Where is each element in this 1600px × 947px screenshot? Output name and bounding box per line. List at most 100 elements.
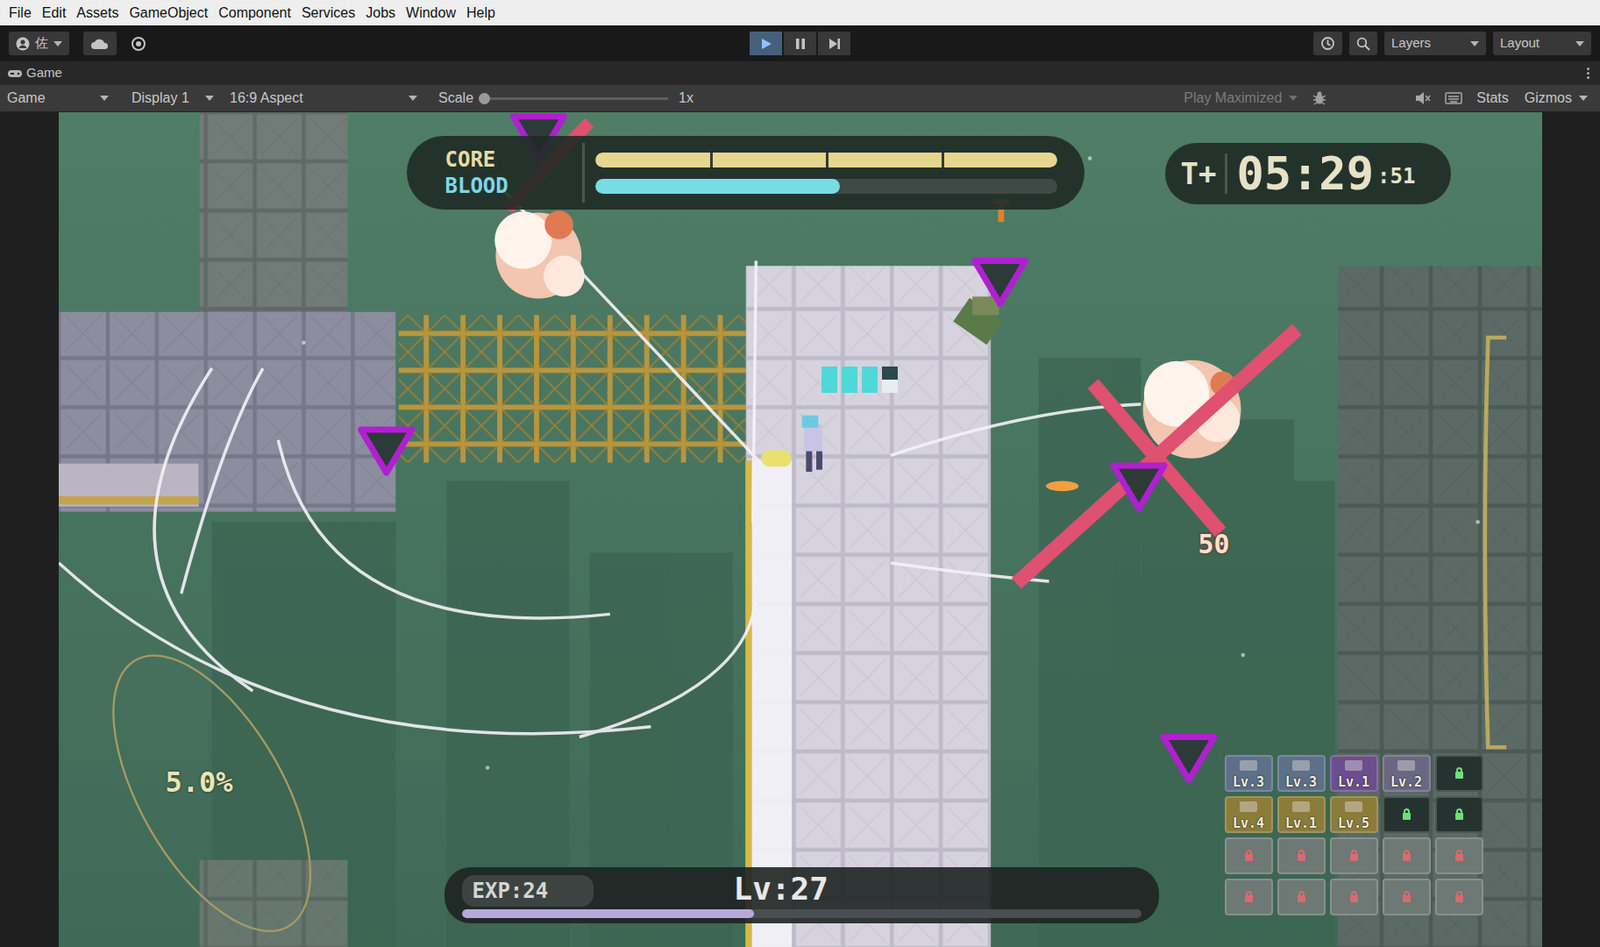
skill-icon: [1292, 760, 1310, 771]
menu-item[interactable]: Jobs: [360, 0, 401, 26]
menu-item[interactable]: Component: [213, 0, 297, 26]
skill-icon: [1239, 801, 1258, 812]
locked-slot[interactable]: [1435, 837, 1484, 875]
dropdown-icon: [99, 95, 109, 101]
skill-slot[interactable]: Lv.3: [1224, 754, 1273, 792]
core-blood-panel: CORE BLOOD: [406, 135, 1085, 210]
enemy-drone: [952, 296, 1003, 345]
skill-slot[interactable]: Lv.3: [1277, 754, 1326, 792]
timer-fraction: :51: [1377, 160, 1416, 192]
player-level: Lv:27: [733, 871, 829, 907]
exp-label: EXP:24: [462, 874, 594, 907]
menu-item[interactable]: Window: [400, 0, 462, 26]
scaffold: [398, 314, 746, 463]
stats-button[interactable]: Stats: [1476, 87, 1508, 109]
dropdown-icon: [1470, 41, 1480, 47]
mute-audio-icon[interactable]: [1415, 91, 1431, 106]
bullet: [1045, 481, 1079, 492]
charge-percent: 5.0%: [165, 760, 234, 804]
empty-slot[interactable]: [1435, 796, 1484, 833]
step-button[interactable]: [817, 31, 851, 56]
empty-slot[interactable]: [1435, 754, 1484, 792]
ammo-fill: [821, 366, 838, 393]
menu-item[interactable]: Help: [461, 0, 501, 26]
skill-level: Lv.1: [1337, 774, 1370, 790]
skill-slot[interactable]: Lv.2: [1382, 754, 1431, 792]
timer-prefix: T+: [1180, 151, 1217, 197]
play-button[interactable]: [749, 31, 783, 56]
menu-bar: FileEditAssetsGameObjectComponentService…: [0, 0, 1600, 26]
lock-icon: [1350, 895, 1359, 903]
ammo-cell: [881, 366, 898, 393]
exp-bar: [462, 909, 1142, 918]
skill-level: Lv.3: [1285, 774, 1317, 790]
game-screen[interactable]: CORE BLOOD T+ 05:29 :51 5.0% 50: [58, 112, 1543, 947]
bug-icon[interactable]: [1311, 90, 1328, 107]
skill-icon: [1292, 801, 1310, 812]
ammo-fill: [861, 366, 878, 393]
skill-level: Lv.4: [1232, 815, 1265, 832]
tower: [745, 265, 990, 947]
skill-grid: Lv.3Lv.3Lv.1Lv.2Lv.4Lv.1Lv.5: [1224, 754, 1484, 916]
skill-slot[interactable]: Lv.1: [1329, 754, 1379, 792]
more-icon[interactable]: [1586, 67, 1590, 79]
lock-icon: [1455, 771, 1464, 779]
skill-slot[interactable]: Lv.5: [1329, 796, 1379, 833]
lock-icon: [1244, 895, 1253, 903]
keyboard-icon[interactable]: [1444, 91, 1463, 106]
empty-slot[interactable]: [1382, 796, 1431, 833]
lock-icon: [1455, 895, 1464, 903]
wall-block: [199, 112, 348, 313]
account-button[interactable]: 佐: [8, 31, 70, 56]
step-icon: [828, 37, 841, 50]
cloud-button[interactable]: [83, 31, 117, 56]
locked-slot[interactable]: [1224, 837, 1273, 875]
exp-panel: EXP:24 Lv:27: [444, 867, 1160, 924]
locked-slot[interactable]: [1329, 837, 1379, 875]
slider-knob[interactable]: [478, 92, 491, 105]
dropdown-icon: [1578, 95, 1588, 101]
locked-slot[interactable]: [1277, 878, 1326, 916]
history-icon: [1320, 35, 1336, 51]
explosion: [1142, 360, 1241, 459]
core-label: CORE: [445, 146, 577, 173]
collab-icon[interactable]: [130, 35, 147, 52]
menu-item[interactable]: Assets: [71, 0, 124, 26]
locked-slot[interactable]: [1435, 878, 1484, 916]
dropdown-icon: [408, 95, 418, 101]
lock-icon: [1350, 853, 1359, 861]
enemy-marker: [1162, 737, 1214, 781]
view-dropdown[interactable]: Game: [5, 87, 116, 109]
cloud-icon: [90, 37, 110, 50]
aspect-dropdown[interactable]: 16:9 Aspect: [227, 87, 425, 109]
history-button[interactable]: [1313, 31, 1343, 56]
menu-item[interactable]: Services: [296, 0, 361, 26]
game-tab[interactable]: Game: [7, 63, 63, 84]
layout-dropdown[interactable]: Layout: [1493, 31, 1592, 56]
pause-button[interactable]: [783, 31, 817, 56]
locked-slot[interactable]: [1329, 878, 1379, 916]
menu-item[interactable]: File: [3, 0, 37, 26]
enemy-marker: [974, 260, 1025, 304]
skill-slot[interactable]: Lv.1: [1277, 796, 1326, 833]
timer: T+ 05:29 :51: [1165, 142, 1451, 205]
play-maximized-dropdown[interactable]: Play Maximized: [1181, 87, 1305, 109]
locked-slot[interactable]: [1277, 837, 1326, 875]
charge-ring: [72, 624, 350, 947]
locked-slot[interactable]: [1382, 837, 1431, 875]
damage-number: 50: [1198, 524, 1231, 564]
menu-item[interactable]: GameObject: [123, 0, 214, 26]
display-dropdown[interactable]: Display 1: [129, 87, 221, 109]
gizmos-dropdown[interactable]: Gizmos: [1522, 87, 1595, 109]
search-button[interactable]: [1349, 31, 1378, 56]
menu-item[interactable]: Edit: [36, 0, 72, 26]
scale-slider[interactable]: [483, 97, 669, 100]
locked-slot[interactable]: [1224, 878, 1273, 916]
lock-icon: [1402, 895, 1411, 903]
range-bracket: [1484, 337, 1506, 747]
locked-slot[interactable]: [1382, 878, 1431, 916]
skill-icon: [1397, 760, 1416, 771]
layers-dropdown[interactable]: Layers: [1384, 31, 1487, 56]
ammo-fill: [841, 366, 858, 393]
skill-slot[interactable]: Lv.4: [1224, 796, 1273, 833]
